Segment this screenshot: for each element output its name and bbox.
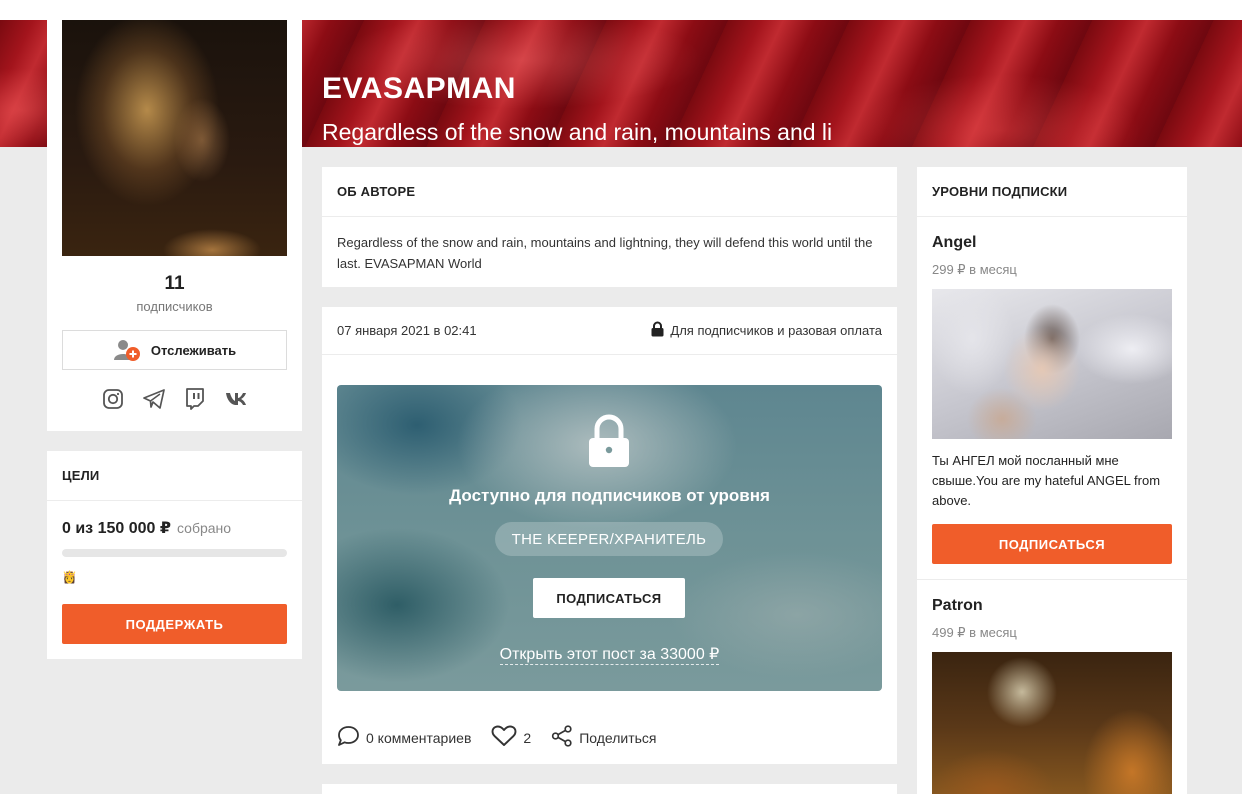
required-tier-badge: THE KEEPER/ХРАНИТЕЛЬ: [495, 522, 723, 556]
creator-name: EVASAPMAN: [322, 72, 516, 105]
lock-icon-large: [587, 413, 631, 474]
tier-divider: [917, 579, 1187, 580]
tier-price: 299 ₽ в месяц: [932, 262, 1017, 277]
post-date: 07 января 2021 в 02:41: [337, 323, 477, 338]
comment-icon: [337, 725, 360, 750]
follow-button[interactable]: Отслеживать: [62, 330, 287, 370]
locked-title: Доступно для подписчиков от уровня: [449, 486, 770, 505]
post-header: 07 января 2021 в 02:41 Для подписчиков и…: [322, 307, 897, 355]
share-icon: [551, 725, 573, 750]
post-footer: 0 комментариев 2 Поделиться: [337, 725, 677, 750]
likes-count: 2: [523, 729, 532, 746]
share-button[interactable]: Поделиться: [551, 725, 657, 750]
top-strip: [0, 0, 1242, 20]
banner-text: EVASAPMAN Regardless of the snow and rai…: [322, 72, 832, 146]
tier-name: Angel: [932, 234, 977, 251]
subscribe-button[interactable]: ПОДПИСАТЬСЯ: [533, 578, 685, 618]
vk-icon[interactable]: [225, 388, 247, 410]
heart-icon: [491, 725, 517, 750]
tier-subscribe-button[interactable]: ПОДПИСАТЬСЯ: [932, 524, 1172, 564]
like-button[interactable]: 2: [491, 725, 531, 750]
comments-count: 0 комментариев: [366, 729, 472, 746]
goal-amount: 0 из 150 000 ₽ собрано: [62, 518, 231, 538]
add-user-icon: [113, 338, 141, 362]
tier-image: [932, 652, 1172, 794]
next-post-card: [322, 784, 897, 794]
avatar: [62, 20, 287, 256]
post-access-label: Для подписчиков и разовая оплата: [670, 323, 882, 338]
instagram-icon[interactable]: [102, 388, 124, 410]
social-links: [47, 388, 302, 410]
tier-description: Ты АНГЕЛ мой посланный мне свыше.You are…: [932, 453, 1161, 508]
about-text: Regardless of the snow and rain, mountai…: [337, 235, 873, 271]
support-button[interactable]: ПОДДЕРЖАТЬ: [62, 604, 287, 644]
comments-button[interactable]: 0 комментариев: [337, 725, 471, 750]
about-heading: ОБ АВТОРЕ: [322, 167, 897, 217]
profile-card: 11 подписчиков Отслеживать: [47, 20, 302, 431]
subscribers-label: подписчиков: [136, 299, 213, 314]
goals-card: ЦЕЛИ 0 из 150 000 ₽ собрано 👸 ПОДДЕРЖАТЬ: [47, 451, 302, 659]
locked-content: Доступно для подписчиков от уровня THE K…: [337, 385, 882, 691]
lock-icon: [651, 321, 664, 340]
post-access: Для подписчиков и разовая оплата: [651, 321, 882, 340]
tier-price: 499 ₽ в месяц: [932, 625, 1017, 640]
goal-amount-label: собрано: [177, 520, 232, 536]
goal-emoji: 👸: [62, 570, 77, 584]
share-label: Поделиться: [579, 729, 657, 746]
tiers-heading: УРОВНИ ПОДПИСКИ: [917, 167, 1187, 217]
goals-heading: ЦЕЛИ: [47, 451, 302, 501]
post-card: 07 января 2021 в 02:41 Для подписчиков и…: [322, 307, 897, 764]
twitch-icon[interactable]: [184, 388, 206, 410]
subscribers-count: 11: [164, 273, 185, 294]
subscription-tiers-card: УРОВНИ ПОДПИСКИ Angel 299 ₽ в месяц Ты А…: [917, 167, 1187, 794]
about-card: ОБ АВТОРЕ Regardless of the snow and rai…: [322, 167, 897, 287]
telegram-icon[interactable]: [143, 388, 165, 410]
creator-tagline: Regardless of the snow and rain, mountai…: [322, 119, 833, 145]
open-post-link[interactable]: Открыть этот пост за 33000 ₽: [499, 646, 720, 665]
open-post-link-wrap: Открыть этот пост за 33000 ₽: [337, 644, 882, 665]
goal-amount-value: 0 из 150 000 ₽: [62, 520, 171, 537]
goal-progress-bar: [62, 549, 287, 557]
follow-label: Отслеживать: [150, 342, 237, 358]
tier-image: [932, 289, 1172, 439]
tier-name: Patron: [932, 597, 983, 614]
